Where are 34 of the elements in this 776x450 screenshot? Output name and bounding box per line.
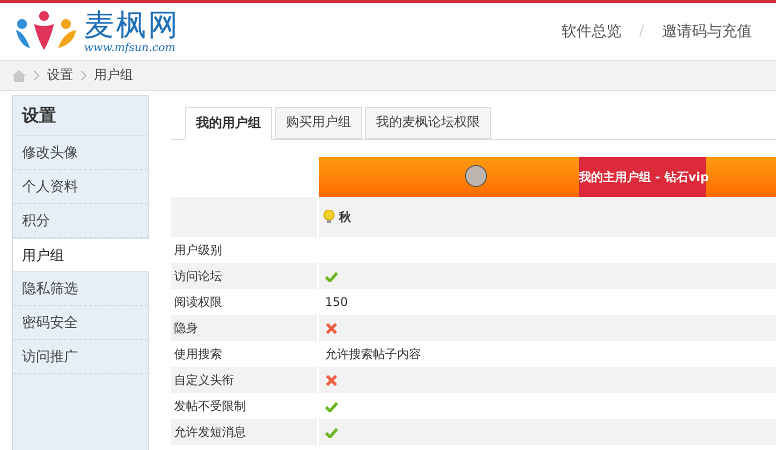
- sidebar-item[interactable]: 个人资料: [13, 170, 148, 204]
- chevron-icon: [34, 71, 39, 80]
- sidebar-item[interactable]: 隐私筛选: [13, 272, 148, 306]
- sidebar-item[interactable]: 用户组: [13, 238, 149, 272]
- row-label: 允许发短消息: [174, 424, 246, 441]
- home-icon[interactable]: [12, 70, 26, 82]
- breadcrumb-link[interactable]: 设置: [47, 66, 73, 86]
- logo-url: www.mfsun.com: [84, 42, 176, 54]
- tab[interactable]: 购买用户组: [275, 107, 362, 139]
- logo-text: 麦枫网: [84, 10, 180, 42]
- tab[interactable]: 我的用户组: [185, 107, 272, 140]
- tab[interactable]: 我的麦枫论坛权限: [365, 107, 491, 139]
- row-value: 150: [325, 294, 348, 311]
- row-label: 自定义头衔: [174, 372, 234, 389]
- group-title: 我的主用户组 - 钻石vip: [579, 157, 706, 197]
- row-label: 发帖不受限制: [174, 398, 246, 415]
- member-name: 秋: [339, 209, 351, 226]
- sidebar-item[interactable]: 修改头像: [13, 136, 148, 170]
- group-avatar: [465, 165, 487, 187]
- row-label: 访问论坛: [174, 268, 222, 285]
- nav-link[interactable]: 邀请码与充值: [662, 20, 752, 43]
- row-value: 允许搜索帖子内容: [325, 346, 421, 363]
- lightbulb-icon: [323, 210, 335, 224]
- sidebar-item[interactable]: 访问推广: [13, 340, 148, 374]
- row-label: 使用搜索: [174, 346, 222, 363]
- nav-separator: /: [639, 22, 644, 41]
- breadcrumb-link[interactable]: 用户组: [94, 66, 133, 86]
- sidebar-item[interactable]: 密码安全: [13, 306, 148, 340]
- row-label: 用户级别: [174, 242, 222, 259]
- sidebar-title: 设置: [13, 96, 148, 136]
- row-label: 隐身: [174, 320, 198, 337]
- chevron-icon: [81, 71, 86, 80]
- row-label: 阅读权限: [174, 294, 222, 311]
- nav-link[interactable]: 软件总览: [561, 20, 622, 43]
